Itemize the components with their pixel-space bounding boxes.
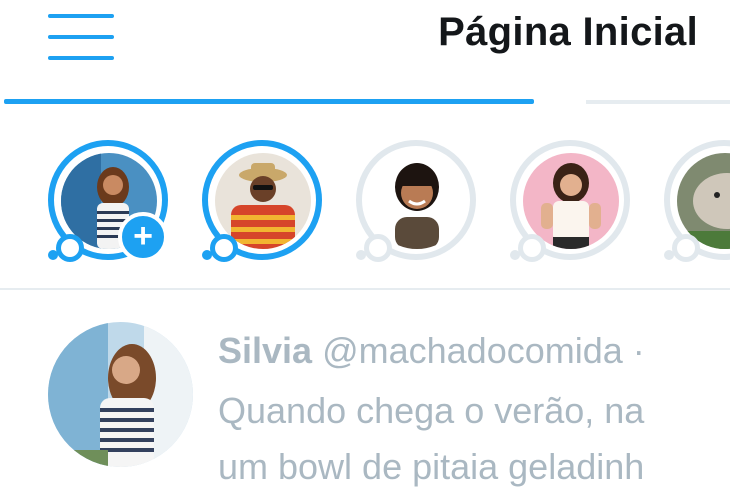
fleet-bubble [518,234,546,262]
fleet-bubble [364,234,392,262]
own-fleet[interactable]: + [48,140,170,262]
fleet-bubble [48,250,58,260]
fleet-item[interactable] [356,140,478,262]
fleet-bubble [202,250,212,260]
hamburger-menu-icon [48,14,114,18]
tweet-separator: · [632,330,645,371]
menu-button[interactable] [48,14,114,60]
fleet-bubble [210,234,238,262]
fleet-progress-active [4,99,534,104]
fleet-row[interactable]: + [0,138,730,268]
divider [0,288,730,290]
hamburger-menu-icon [48,35,114,39]
fleet-progress-remaining [586,100,730,104]
page-title: Página Inicial [438,10,698,54]
fleet-bubble [356,250,366,260]
fleet-item[interactable] [664,140,730,262]
tweet-display-name[interactable]: Silvia [218,330,312,371]
tweet-avatar[interactable] [48,322,193,467]
tweet-handle[interactable]: @machadocomida [322,330,623,371]
fleet-bubble [672,234,700,262]
tweet-text-line: Quando chega o verão, na [218,390,645,431]
fleet-item[interactable] [202,140,324,262]
tweet-text-line: um bowl de pitaia geladinh [218,446,645,487]
add-fleet-button[interactable]: + [118,212,168,262]
fleet-bubble [56,234,84,262]
fleet-bubble [664,250,674,260]
tweet-header: Silvia @machadocomida · [218,330,645,372]
fleet-item[interactable] [510,140,632,262]
top-bar: Página Inicial [0,0,730,90]
hamburger-menu-icon [48,56,114,60]
fleet-bubble [510,250,520,260]
